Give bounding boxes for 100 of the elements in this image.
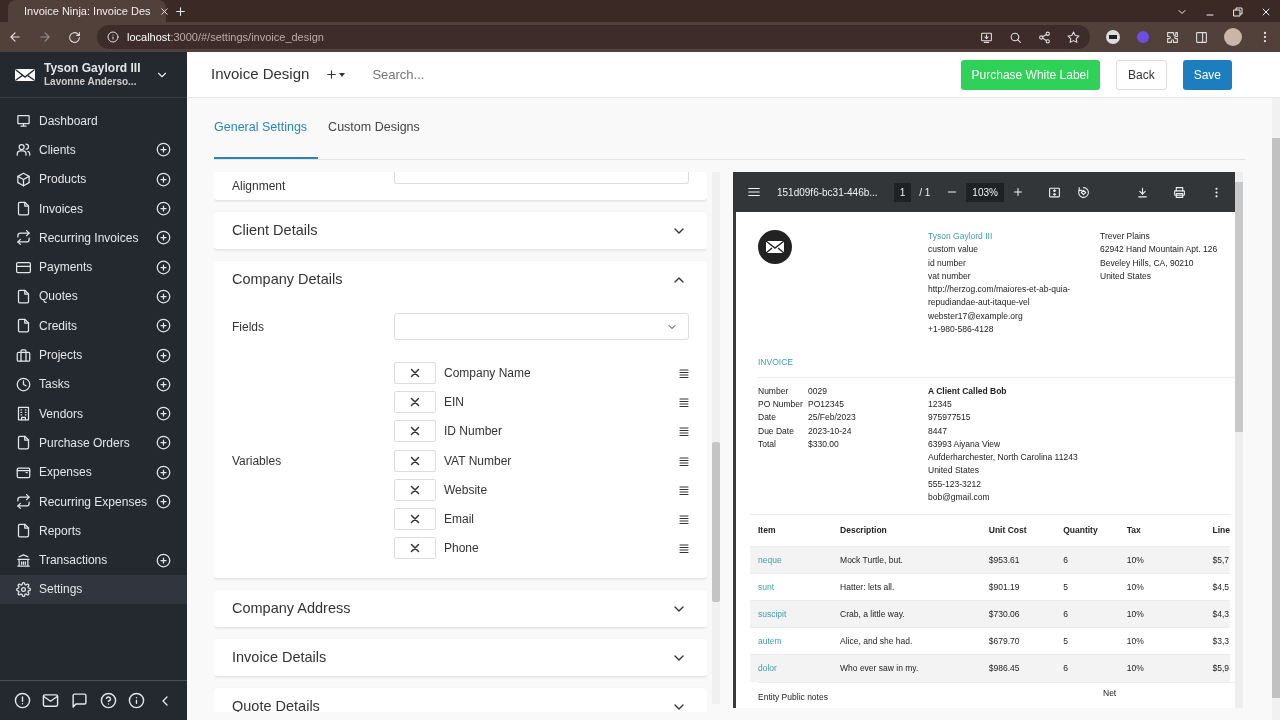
remove-button[interactable] — [394, 361, 436, 384]
table-cell: dolor — [758, 662, 777, 673]
alert-icon[interactable] — [13, 692, 31, 709]
section-header[interactable]: Client Details — [214, 212, 707, 249]
forward-icon[interactable] — [38, 30, 52, 44]
add-icon[interactable] — [156, 494, 171, 509]
address-bar[interactable]: localhost:3000/#/settings/invoice_design — [97, 25, 1090, 49]
sidebar-item[interactable]: Transactions — [0, 545, 187, 575]
file-name: 151d09f6-bc31-446b... — [777, 185, 878, 200]
browser-tab[interactable]: Invoice Ninja: Invoice Des — [8, 0, 166, 22]
scrollbar[interactable] — [1272, 98, 1280, 720]
drag-handle-icon[interactable] — [678, 425, 690, 438]
add-icon[interactable] — [156, 259, 171, 275]
rotate-icon[interactable] — [1076, 185, 1090, 199]
tab[interactable]: Custom Designs — [328, 98, 431, 159]
tab[interactable]: General Settings — [214, 98, 319, 159]
add-icon[interactable] — [156, 318, 171, 334]
remove-button[interactable] — [394, 449, 436, 472]
address-line: 62942 Hand Mountain Apt. 126 — [1100, 243, 1218, 257]
sidebar-item[interactable]: Invoices — [0, 193, 187, 224]
save-button[interactable]: Save — [1182, 59, 1232, 90]
sidebar-item[interactable]: Vendors — [0, 398, 187, 429]
extensions-icon[interactable] — [1166, 30, 1179, 44]
sidebar-item[interactable]: Projects — [0, 340, 187, 370]
download-icon[interactable] — [1136, 185, 1149, 199]
zoom-icon[interactable] — [1009, 30, 1022, 44]
chat-icon[interactable] — [71, 692, 89, 709]
sidebar-item[interactable]: Clients — [0, 135, 187, 165]
remove-button[interactable] — [394, 478, 436, 501]
detail-value: 0029 — [808, 384, 827, 398]
scrollbar[interactable] — [1235, 172, 1243, 708]
settings-icon — [16, 581, 31, 597]
add-icon[interactable] — [156, 142, 171, 158]
close-icon[interactable] — [1260, 6, 1272, 18]
print-icon[interactable] — [1173, 185, 1186, 199]
menu-icon[interactable] — [747, 185, 761, 199]
remove-button[interactable] — [394, 390, 436, 413]
table-cell: sunt — [758, 581, 775, 592]
search-field[interactable]: Search... — [370, 63, 671, 86]
add-icon[interactable] — [156, 201, 171, 217]
add-icon[interactable] — [156, 552, 171, 568]
sidebar-item[interactable]: Settings — [0, 574, 187, 605]
add-icon[interactable] — [156, 406, 171, 422]
drag-handle-icon[interactable] — [678, 483, 690, 496]
drag-handle-icon[interactable] — [678, 542, 690, 555]
sidebar-item[interactable]: Recurring Expenses — [0, 486, 187, 517]
side-panel-icon[interactable] — [1195, 30, 1208, 44]
add-icon[interactable] — [156, 435, 171, 451]
sidebar-item[interactable]: Recurring Invoices — [0, 223, 187, 253]
drag-handle-icon[interactable] — [678, 513, 690, 526]
sidebar-item[interactable]: Payments — [0, 252, 187, 282]
sidebar-item[interactable]: Reports — [0, 516, 187, 546]
scrollbar[interactable] — [712, 172, 720, 704]
section-header[interactable]: Invoice Details — [214, 639, 707, 677]
star-icon[interactable] — [1067, 30, 1080, 44]
sidebar-item[interactable]: Expenses — [0, 457, 187, 487]
info-icon[interactable] — [128, 692, 146, 709]
sidebar-item[interactable]: Products — [0, 164, 187, 194]
add-icon[interactable] — [156, 376, 171, 392]
zoom-field[interactable]: 103% — [966, 182, 1004, 202]
address-line: United States — [1100, 269, 1153, 283]
install-icon[interactable] — [980, 30, 993, 44]
back-icon[interactable] — [8, 30, 22, 44]
close-icon[interactable] — [158, 5, 170, 17]
add-icon[interactable] — [156, 464, 171, 480]
sidebar-item[interactable]: Tasks — [0, 369, 187, 399]
remove-button[interactable] — [394, 537, 436, 560]
section-header[interactable]: Company Address — [214, 590, 707, 628]
help-icon[interactable] — [99, 692, 117, 709]
share-icon[interactable] — [1038, 30, 1051, 44]
page-field[interactable]: 1 — [893, 182, 912, 202]
back-button[interactable]: Back — [1115, 59, 1167, 90]
sidebar-item[interactable]: Quotes — [0, 281, 187, 312]
remove-button[interactable] — [394, 420, 436, 443]
section-header[interactable]: Company Details — [214, 261, 707, 298]
new-tab-icon[interactable] — [174, 5, 187, 18]
add-icon[interactable] — [156, 347, 171, 363]
restore-icon[interactable] — [1232, 6, 1244, 18]
sidebar-item[interactable]: Dashboard — [0, 106, 187, 136]
column-header: Line — [1212, 525, 1230, 536]
fit-page-icon[interactable] — [1047, 185, 1061, 199]
add-icon[interactable] — [156, 288, 171, 304]
add-icon[interactable] — [156, 230, 171, 246]
sidebar-item[interactable]: Credits — [0, 311, 187, 341]
fields-select[interactable] — [394, 313, 689, 340]
avatar[interactable] — [1224, 28, 1242, 46]
drag-handle-icon[interactable] — [678, 395, 690, 408]
sidebar-item[interactable]: Purchase Orders — [0, 428, 187, 458]
mail-icon[interactable] — [42, 692, 60, 709]
add-menu-button[interactable] — [325, 68, 347, 81]
remove-button[interactable] — [394, 508, 436, 531]
repeat-icon — [16, 494, 31, 509]
add-icon[interactable] — [156, 171, 171, 187]
reload-icon[interactable] — [68, 30, 81, 44]
extension-icon[interactable] — [1106, 30, 1120, 44]
zoom-in-icon[interactable] — [1011, 186, 1024, 198]
drag-handle-icon[interactable] — [678, 454, 690, 467]
table-cell: Mock Turtle, but. — [840, 554, 903, 565]
table-cell: neque — [758, 554, 782, 565]
drag-handle-icon[interactable] — [678, 366, 690, 379]
